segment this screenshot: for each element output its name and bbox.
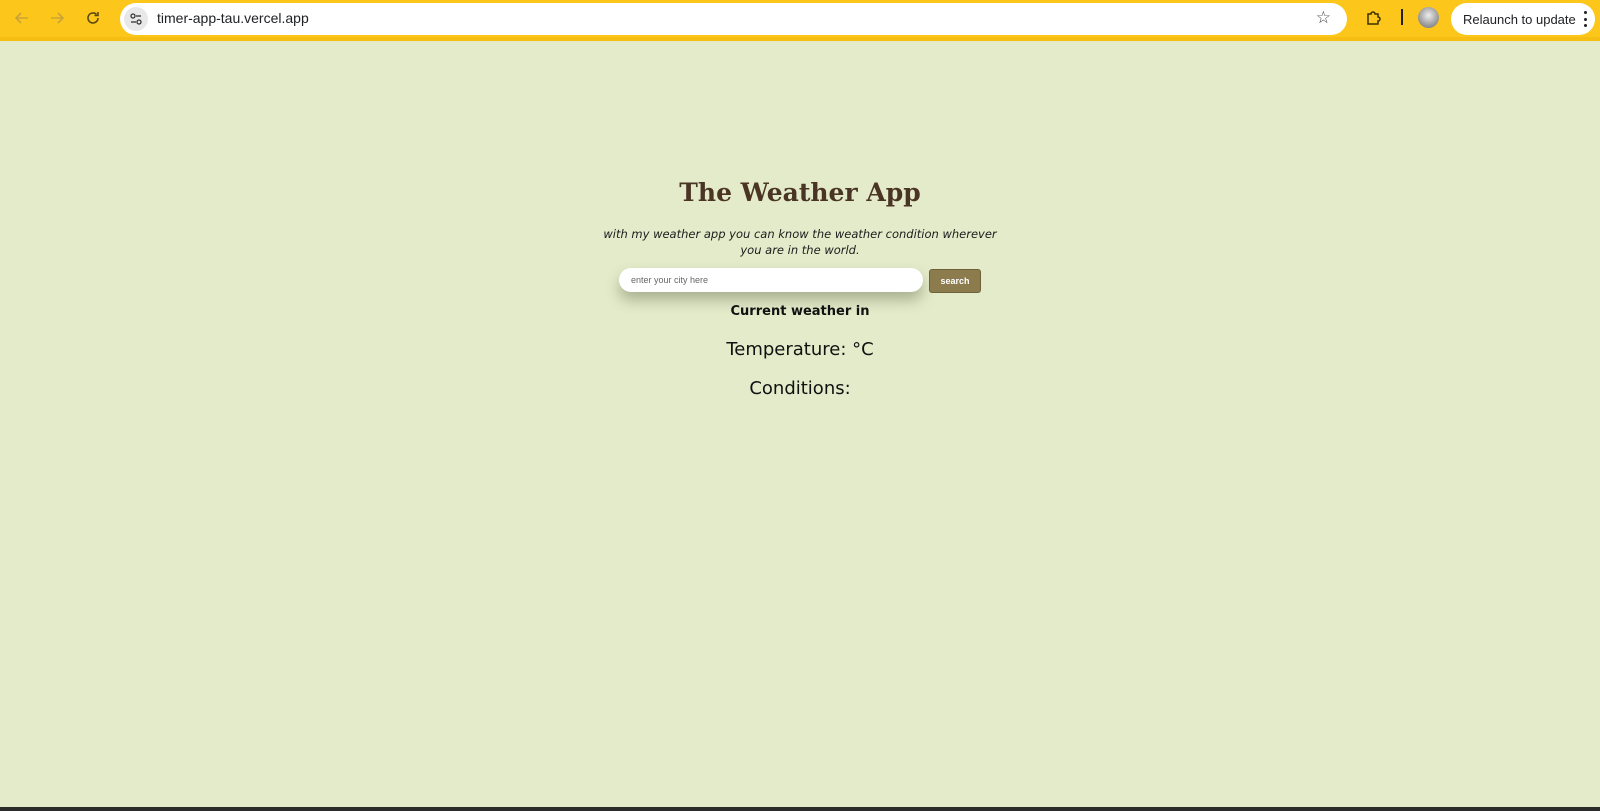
temperature-text: Temperature: °C <box>726 339 874 360</box>
search-button[interactable]: search <box>929 269 981 293</box>
browser-toolbar: timer-app-tau.vercel.app ☆ Relaunch to u… <box>0 0 1600 41</box>
weather-app-page: The Weather App with my weather app you … <box>0 41 1600 807</box>
star-icon[interactable]: ☆ <box>1316 8 1331 28</box>
current-weather-heading: Current weather in <box>730 304 870 319</box>
conditions-text: Conditions: <box>749 378 851 399</box>
toolbar-divider <box>1401 9 1403 25</box>
city-search-input[interactable] <box>619 268 923 292</box>
relaunch-label: Relaunch to update <box>1463 11 1576 27</box>
taskbar-edge <box>0 807 1600 811</box>
page-title: The Weather App <box>679 178 921 207</box>
puzzle-icon[interactable] <box>1364 8 1384 28</box>
reload-icon[interactable] <box>80 7 106 29</box>
back-arrow-icon[interactable] <box>9 7 35 29</box>
url-text[interactable]: timer-app-tau.vercel.app <box>157 10 309 26</box>
tune-icon[interactable] <box>124 7 148 31</box>
page-subtitle: with my weather app you can know the wea… <box>603 227 997 257</box>
forward-arrow-icon[interactable] <box>44 7 70 29</box>
kebab-menu-icon[interactable] <box>1583 11 1587 27</box>
address-bar[interactable]: timer-app-tau.vercel.app ☆ <box>120 3 1347 35</box>
relaunch-button[interactable]: Relaunch to update <box>1451 3 1595 35</box>
avatar[interactable] <box>1418 7 1439 28</box>
